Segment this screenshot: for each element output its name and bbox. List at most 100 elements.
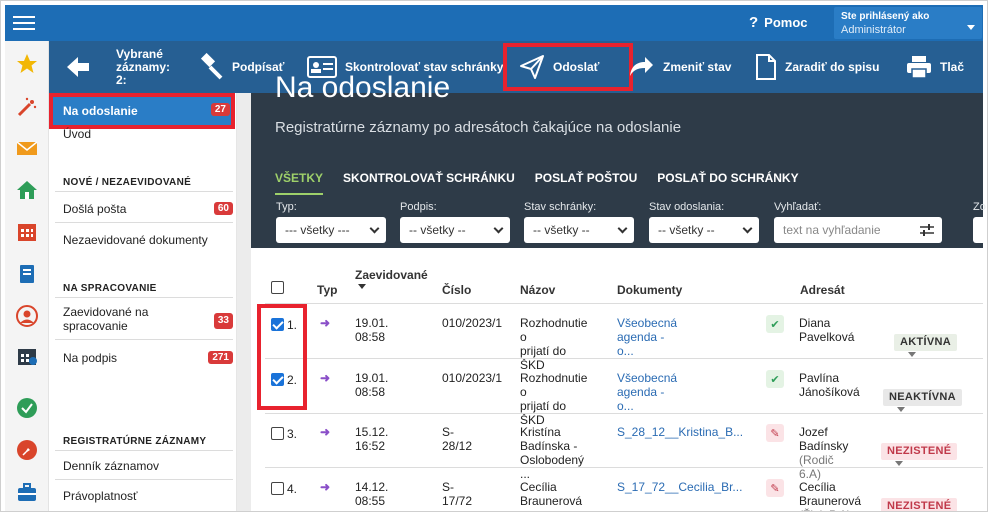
sidebar-item-label: Denník záznamov [63, 459, 160, 473]
row-index: 4. [287, 482, 298, 496]
mail-icon[interactable] [16, 137, 38, 159]
status-badge[interactable]: AKTÍVNA [894, 334, 957, 357]
search-placeholder: text na vyhľadanie [783, 223, 881, 237]
select-all-checkbox[interactable] [271, 281, 284, 294]
assign-file-button[interactable]: Zaradiť do spisu [755, 41, 879, 93]
filter-sliders-icon[interactable] [920, 223, 934, 237]
row-title-line: Badínska - [520, 439, 578, 453]
sidebar-section-registry: REGISTRATÚRNE ZÁZNAMY [63, 436, 207, 447]
column-header-type[interactable]: Typ [317, 283, 337, 297]
addressee-name: Cecília Braunerová [799, 480, 862, 508]
select-value: -- všetky -- [409, 223, 466, 237]
tab-check-mailbox[interactable]: SKONTROLOVAŤ SCHRÁNKU [343, 171, 515, 195]
row-title: Rozhodnutie o prijatí do ŠKD [520, 371, 587, 427]
type-select[interactable]: --- všetky --- [276, 217, 386, 243]
magic-wand-icon[interactable] [16, 96, 38, 118]
status-badge[interactable]: NEZISTENÉ [881, 498, 958, 511]
column-header-name[interactable]: Názov [520, 283, 555, 297]
sidebar-item-to-sign[interactable]: Na podpis 271 [55, 351, 233, 365]
signed-check-icon[interactable]: ✔ [766, 315, 784, 333]
check-circle-icon[interactable] [16, 397, 38, 419]
book-icon[interactable] [16, 263, 38, 285]
outgoing-arrow-icon: ➜ [320, 316, 331, 330]
sidebar-section-new: NOVÉ / NEZAEVIDOVANÉ [63, 177, 192, 188]
status-badge[interactable]: NEAKTÍVNA [883, 389, 962, 412]
outgoing-arrow-icon: ➜ [320, 425, 331, 439]
column-header-addressee[interactable]: Adresát [800, 283, 845, 297]
row-date: 15.12. 16:52 [355, 425, 389, 453]
sidebar-item-unregistered[interactable]: Nezaevidované dokumenty [55, 233, 233, 247]
row-document-link[interactable]: S_28_12__Kristina_B... [617, 425, 743, 439]
status-badge[interactable]: NEZISTENÉ [881, 443, 958, 466]
count-badge: 60 [213, 202, 233, 215]
row-title-line: Rozhodnutie o [520, 316, 588, 344]
filter-label: Stav odoslania: [649, 201, 725, 213]
divider [55, 339, 233, 340]
search-input[interactable]: text na vyhľadanie [774, 217, 942, 243]
send-state-select[interactable]: -- všetky -- [649, 217, 759, 243]
column-header-documents[interactable]: Dokumenty [617, 283, 682, 297]
row-document-link[interactable]: S_17_72__Cecilia_Br... [617, 480, 742, 494]
sidebar-item-processing[interactable]: Zaevidované na spracovanie 33 [55, 305, 233, 333]
help-link[interactable]: ? Pomoc [749, 14, 808, 31]
star-icon[interactable] [16, 53, 38, 75]
tab-send-to-mailbox[interactable]: POSLAŤ DO SCHRÁNKY [657, 171, 798, 195]
user-role: Administrátor [841, 24, 906, 36]
briefcase-icon[interactable] [16, 481, 38, 503]
user-menu[interactable]: Ste prihlásený ako Administrátor [834, 7, 982, 39]
divider [265, 303, 983, 304]
row-title: CecíliaBraunerová - [520, 480, 582, 511]
sidebar-item-incoming[interactable]: Došlá pošta 60 [55, 202, 233, 216]
chevron-down-icon [895, 460, 903, 466]
sidebar-item-log[interactable]: Denník záznamov [55, 459, 233, 473]
user-icon[interactable] [16, 305, 38, 327]
action-toolbar: Vybrané záznamy: 2: Podpísať Skontrolova… [49, 41, 983, 93]
back-button[interactable] [65, 41, 91, 93]
change-state-button[interactable]: Zmeniť stav [627, 41, 731, 93]
send-label: Odoslať [553, 60, 600, 74]
chevron-down-icon [369, 223, 380, 234]
sidebar-item-validity[interactable]: Právoplatnosť [55, 489, 233, 503]
scrollbar-track[interactable] [237, 93, 251, 511]
extra-select[interactable] [973, 217, 987, 243]
tab-send-by-post[interactable]: POSLAŤ POŠTOU [535, 171, 637, 195]
count-badge: 33 [213, 313, 233, 329]
print-button[interactable]: Tlač [906, 41, 964, 93]
filter-search: Vyhľadať: text na vyhľadanie [774, 201, 942, 243]
user-caption: Ste prihlásený ako [841, 11, 930, 22]
row-checkbox[interactable] [271, 427, 284, 440]
sidebar-item-to-send[interactable]: Na odoslanie 27 [49, 93, 235, 129]
column-header-label: Zaevidované [355, 268, 428, 282]
edit-pencil-icon[interactable]: ✎ [766, 424, 784, 442]
tab-bar: VŠETKY SKONTROLOVAŤ SCHRÁNKU POSLAŤ POŠT… [275, 171, 799, 195]
row-document-link[interactable]: Všeobecná agenda - o... [617, 371, 677, 413]
column-header-registered[interactable]: Zaevidované [355, 268, 428, 289]
question-icon: ? [749, 14, 759, 31]
row-checkbox[interactable] [271, 482, 284, 495]
schedule-icon[interactable] [16, 345, 38, 367]
row-addressee: Jozef Badínsky (Rodič 6.A) [799, 425, 848, 481]
sign-button[interactable]: Podpísať [196, 41, 284, 93]
selection-highlight [257, 304, 307, 410]
pin-icon[interactable] [16, 439, 38, 461]
tab-all[interactable]: VŠETKY [275, 171, 324, 195]
signed-check-icon[interactable]: ✔ [766, 370, 784, 388]
column-header-number[interactable]: Číslo [442, 283, 471, 297]
row-number: 010/2023/1 [442, 371, 503, 385]
sidebar-item-intro[interactable]: Úvod [55, 127, 233, 141]
records-table: Typ Zaevidované Číslo Názov Dokumenty Ad… [251, 256, 983, 511]
send-button[interactable]: Odoslať [503, 43, 633, 91]
calendar-icon[interactable] [16, 221, 38, 243]
row-title-line: Cecília [520, 480, 557, 494]
mailbox-select[interactable]: -- všetky -- [524, 217, 634, 243]
home-icon[interactable] [16, 179, 38, 201]
sign-select[interactable]: -- všetky -- [400, 217, 510, 243]
hamburger-menu-icon[interactable] [13, 12, 35, 34]
chevron-down-icon [967, 25, 975, 30]
printer-icon [907, 56, 931, 79]
sidebar-item-label: Došlá pošta [63, 202, 127, 216]
edit-pencil-icon[interactable]: ✎ [766, 479, 784, 497]
row-document-link[interactable]: Všeobecná agenda - o... [617, 316, 677, 358]
gavel-icon [200, 53, 223, 80]
page-subtitle: Registratúrne záznamy po adresátoch čaka… [275, 119, 682, 136]
